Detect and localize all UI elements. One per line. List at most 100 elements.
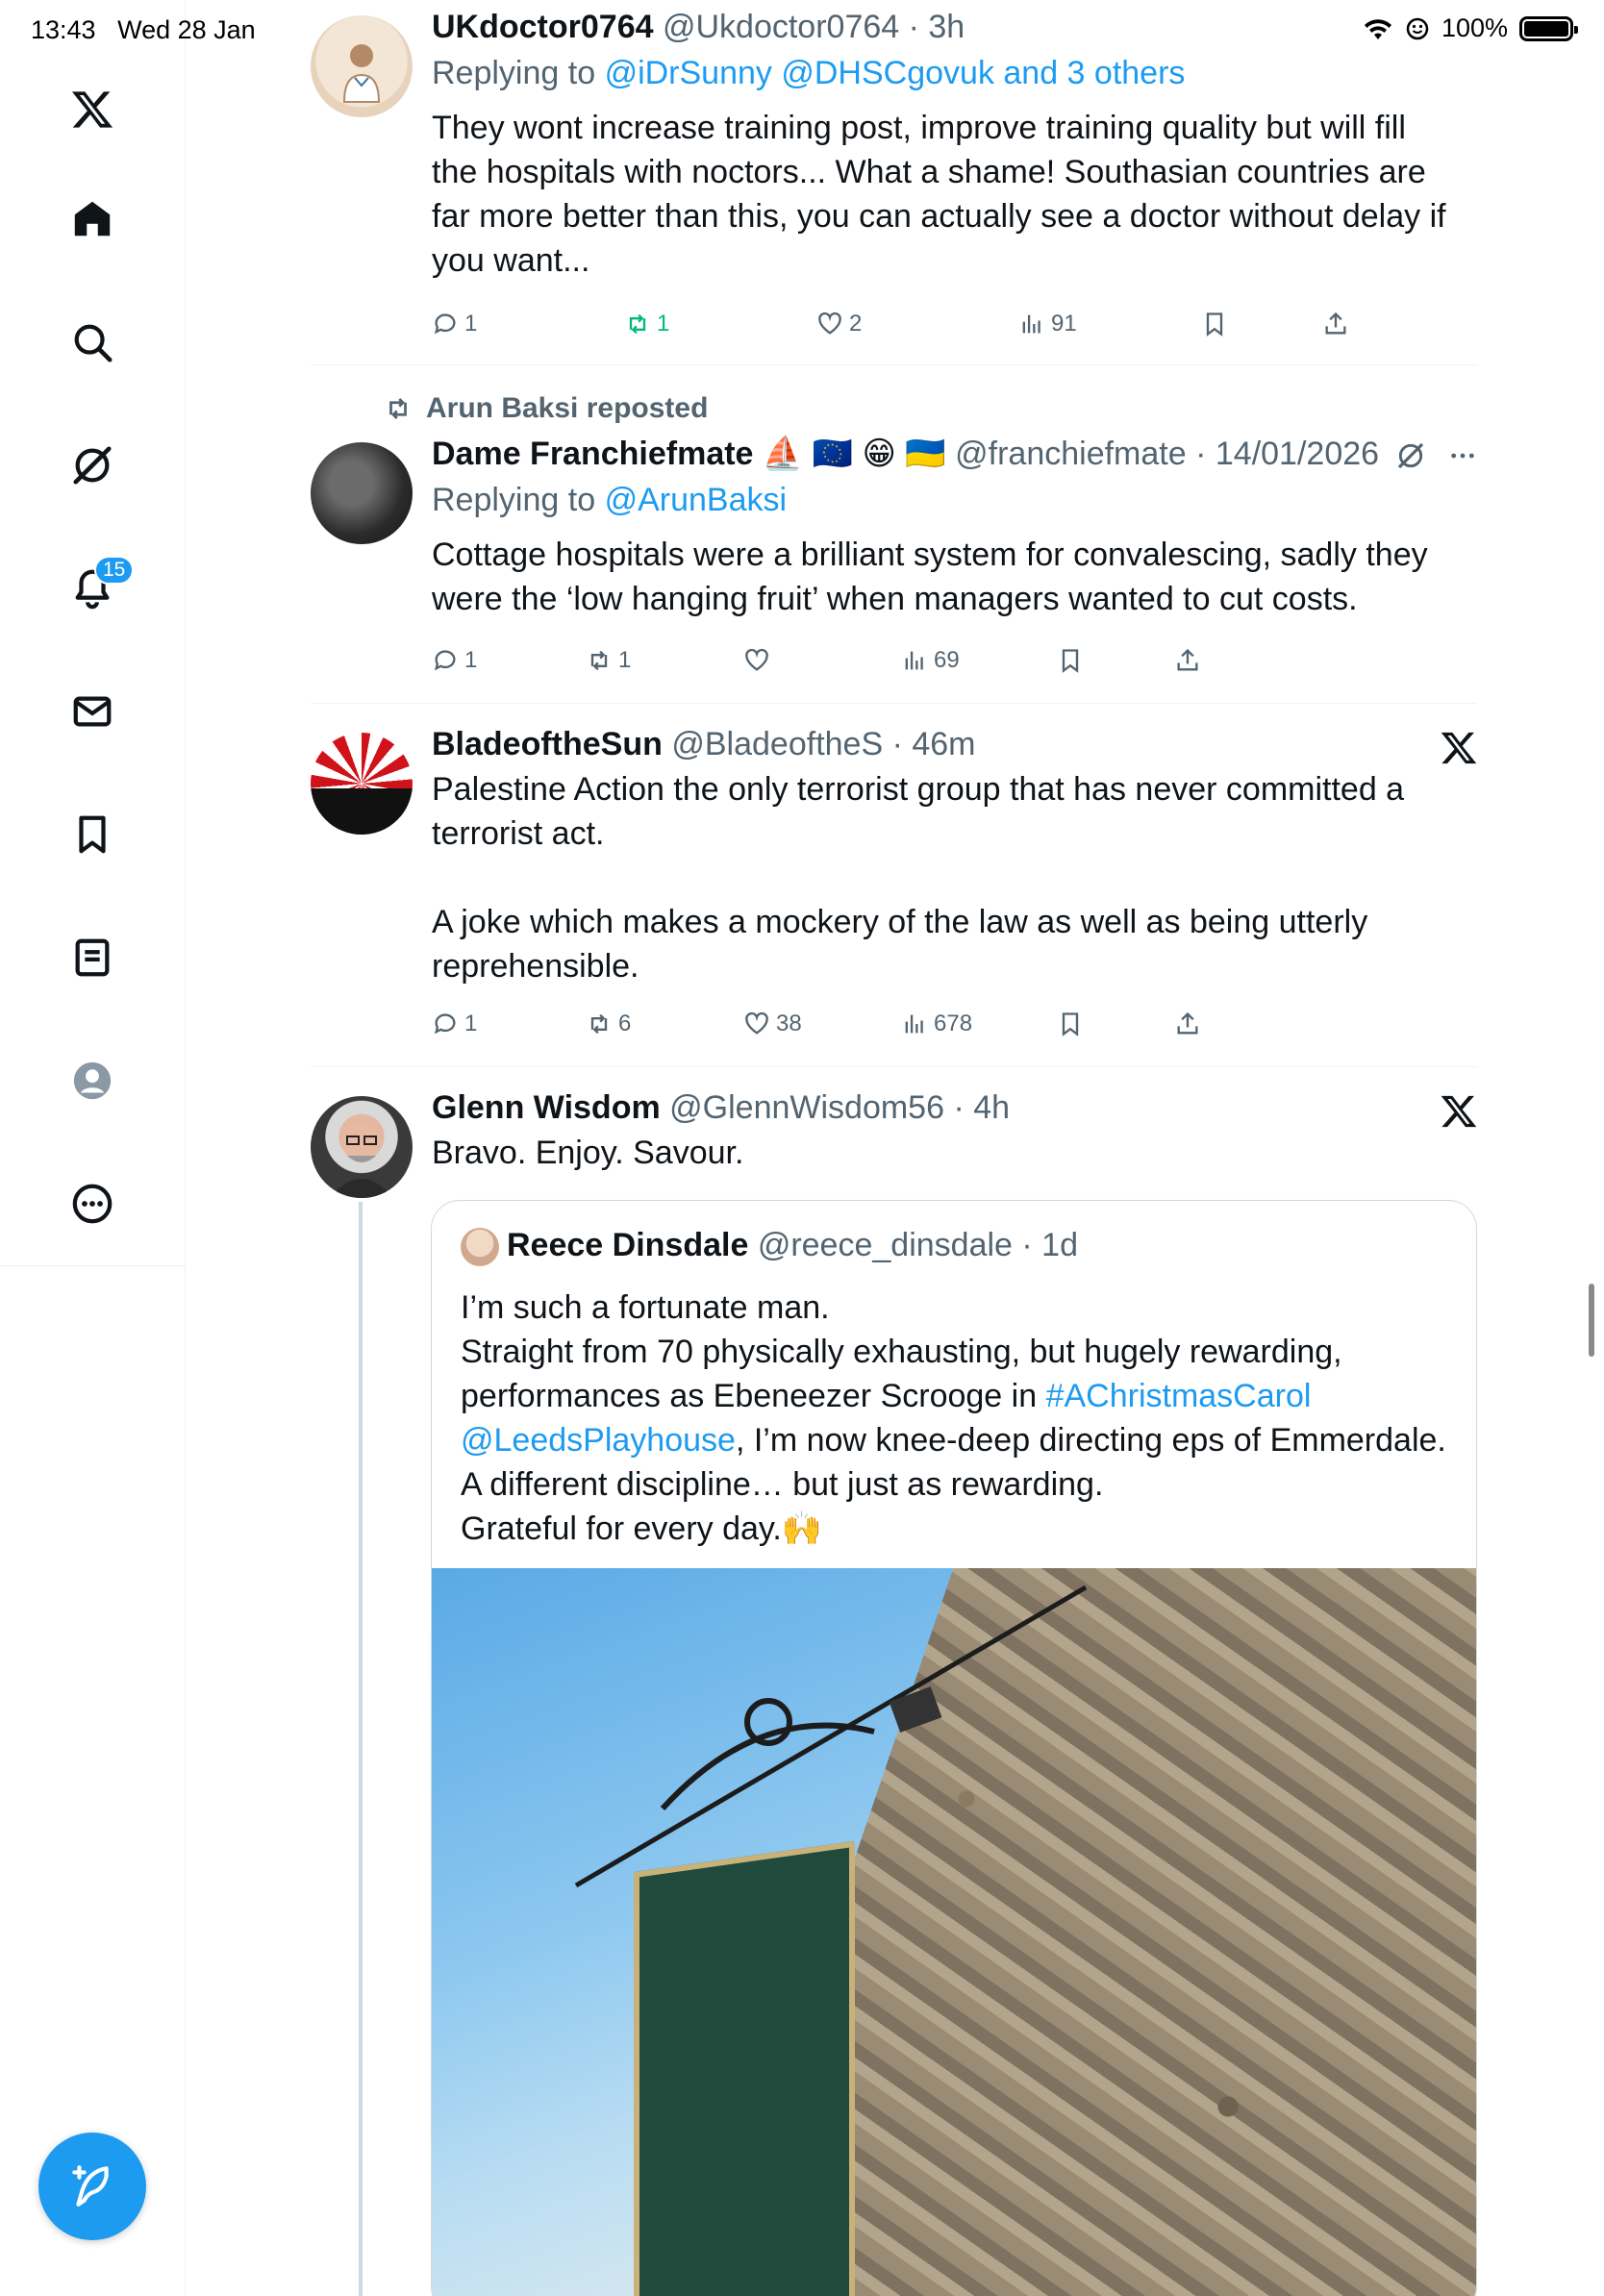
post-header: Glenn Wisdom @GlennWisdom56 · 4h: [432, 1089, 1011, 1126]
share-button[interactable]: [1174, 1011, 1201, 1037]
repost-label: Arun Baksi reposted: [384, 392, 708, 425]
avatar[interactable]: [311, 1096, 413, 1198]
status-right: 100%: [1363, 13, 1578, 43]
heart-icon: [745, 648, 768, 671]
reply-button[interactable]: 1: [432, 311, 477, 337]
post-time[interactable]: 46m: [912, 726, 975, 762]
avatar[interactable]: [311, 733, 413, 835]
like-button[interactable]: 2: [816, 311, 862, 337]
repost-icon: [389, 398, 407, 419]
share-button[interactable]: [1322, 311, 1349, 337]
author-handle[interactable]: @GlennWisdom56: [669, 1089, 944, 1126]
share-icon: [1177, 1011, 1198, 1035]
quote-author-handle[interactable]: @reece_dinsdale: [758, 1227, 1013, 1263]
replying-to: Replying to @ArunBaksi: [432, 482, 788, 518]
grok-icon[interactable]: [50, 423, 135, 508]
like-button[interactable]: 38: [743, 1011, 802, 1037]
thread-line: [359, 1202, 363, 2296]
avatar[interactable]: [311, 442, 413, 544]
repost-button[interactable]: 1: [586, 647, 631, 674]
reply-button[interactable]: 1: [432, 1011, 477, 1037]
reply-icon: [434, 650, 456, 671]
repost-button[interactable]: 1: [624, 311, 669, 337]
battery-percent: 100%: [1441, 13, 1508, 42]
views-icon: [905, 651, 923, 670]
post-photo[interactable]: [432, 1568, 1476, 2296]
heart-icon: [818, 312, 841, 335]
share-button[interactable]: [1174, 647, 1201, 674]
author-handle[interactable]: @BladeoftheS: [671, 726, 883, 762]
quote-author-name[interactable]: Reece Dinsdale: [507, 1227, 748, 1263]
more-icon[interactable]: [50, 1161, 135, 1246]
views-button[interactable]: 91: [1018, 311, 1077, 337]
post-text: Palestine Action the only terrorist grou…: [432, 771, 1405, 985]
post[interactable]: BladeoftheSun @BladeoftheS · 46m Palesti…: [311, 704, 1478, 1067]
x-logo-icon[interactable]: [1440, 1092, 1478, 1131]
bookmark-icon: [1206, 312, 1223, 337]
author-name[interactable]: BladeoftheSun: [432, 726, 663, 762]
pub-sign: [634, 1840, 855, 2296]
mention-link[interactable]: @LeedsPlayhouse: [461, 1422, 736, 1459]
smiley-icon: [1406, 17, 1429, 39]
mail-icon[interactable]: [50, 669, 135, 754]
post-text: They wont increase training post, improv…: [432, 110, 1446, 279]
reply-button[interactable]: 1: [432, 647, 477, 674]
author-handle[interactable]: @franchiefmate: [955, 436, 1187, 472]
home-icon[interactable]: [50, 177, 135, 262]
page: { "status_bar":{"time":"13:43","date":"W…: [0, 0, 1604, 2296]
post-text: Bravo. Enjoy. Savour.: [432, 1135, 744, 1171]
bookmark-icon: [1062, 649, 1079, 673]
lists-icon[interactable]: [50, 915, 135, 1000]
sidebar: 15: [0, 0, 186, 2296]
author-name[interactable]: Dame Franchiefmate ⛵ 🇪🇺 😁 🇺🇦: [432, 436, 946, 472]
views-icon: [905, 1014, 923, 1034]
like-button[interactable]: [743, 647, 776, 674]
quote-text: I’m such a fortunate man. Straight from …: [461, 1289, 1446, 1547]
sidebar-divider: [0, 1265, 186, 1266]
quote-avatar[interactable]: [461, 1228, 499, 1266]
bookmark-button[interactable]: [1057, 647, 1084, 674]
share-icon: [1325, 312, 1346, 335]
status-bar: 13:43 Wed 28 Jan 100%: [0, 0, 1604, 62]
quoted-post[interactable]: Reece Dinsdale @reece_dinsdale · 1d I’m …: [431, 1200, 1477, 2296]
author-name[interactable]: Glenn Wisdom: [432, 1089, 661, 1126]
replying-to-link[interactable]: @ArunBaksi: [605, 482, 787, 518]
views-button[interactable]: 678: [901, 1011, 972, 1037]
quote-header: Reece Dinsdale @reece_dinsdale · 1d: [507, 1227, 1078, 1263]
status-time: 13:43 Wed 28 Jan: [31, 15, 256, 44]
x-logo-icon[interactable]: [1440, 729, 1478, 767]
quote-time: 1d: [1041, 1227, 1078, 1263]
views-icon: [1022, 314, 1040, 334]
share-icon: [1177, 648, 1198, 671]
bookmark-icon[interactable]: [50, 792, 135, 877]
notification-badge: 15: [94, 556, 135, 585]
post-time[interactable]: 14/01/2026: [1216, 436, 1379, 472]
repost-icon: [590, 650, 608, 671]
search-icon[interactable]: [50, 300, 135, 385]
repost-icon: [629, 313, 646, 335]
grok-icon[interactable]: [1395, 440, 1426, 471]
reply-icon: [434, 1013, 456, 1035]
post-text: Cottage hospitals were a brilliant syste…: [432, 537, 1428, 617]
hashtag-link[interactable]: #AChristmasCarol: [1046, 1378, 1312, 1414]
reply-icon: [434, 313, 456, 335]
repost-button[interactable]: 6: [586, 1011, 631, 1037]
more-options-icon[interactable]: [1447, 440, 1478, 471]
scrollbar[interactable]: [1589, 1284, 1594, 1357]
wifi-icon: [1364, 18, 1391, 39]
bookmark-button[interactable]: [1057, 1011, 1084, 1037]
post-header: Dame Franchiefmate ⛵ 🇪🇺 😁 🇺🇦 @franchiefm…: [432, 436, 1380, 472]
views-button[interactable]: 69: [901, 647, 960, 674]
profile-icon[interactable]: [50, 1038, 135, 1123]
post-header: BladeoftheSun @BladeoftheS · 46m: [432, 726, 976, 762]
bell-icon[interactable]: 15: [50, 546, 135, 631]
x-logo-icon[interactable]: [50, 67, 135, 152]
post-time[interactable]: 4h: [973, 1089, 1010, 1126]
heart-icon: [745, 1011, 768, 1035]
repost-icon: [590, 1013, 608, 1035]
bookmark-icon: [1062, 1012, 1079, 1036]
post[interactable]: Arun Baksi reposted Dame Franchiefmate ⛵…: [311, 365, 1478, 704]
bookmark-button[interactable]: [1201, 311, 1228, 337]
battery-icon: [1519, 15, 1578, 41]
compose-icon[interactable]: [38, 2133, 146, 2240]
